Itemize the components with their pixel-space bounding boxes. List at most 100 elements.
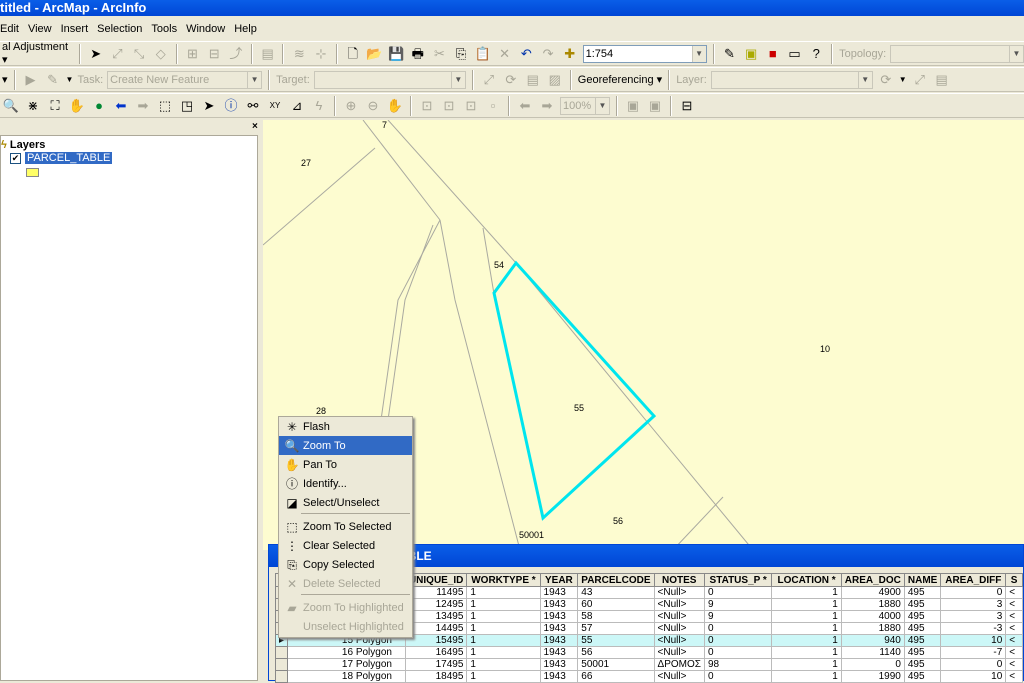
grid-icon[interactable]: ⊞ — [184, 45, 202, 63]
map-scale-combo[interactable]: 1:754 ▼ — [582, 44, 707, 63]
layout-forward-icon[interactable]: ➡ — [538, 97, 556, 115]
editor-menu[interactable]: ▾ — [2, 73, 8, 86]
back-extent-icon[interactable]: ⬅ — [112, 97, 130, 115]
column-header[interactable]: S — [1005, 573, 1023, 587]
column-header[interactable]: LOCATION * — [771, 573, 842, 587]
rotate-icon[interactable]: ⟳ — [877, 71, 895, 89]
menu-selection[interactable]: Selection — [97, 23, 142, 35]
chevron-down-icon[interactable]: ▼ — [691, 45, 706, 62]
column-header[interactable]: YEAR — [539, 573, 579, 587]
add-control-points-icon[interactable]: ⤢ — [911, 71, 929, 89]
editor-toolbar-icon[interactable]: ✎ — [721, 45, 739, 63]
focus-data-frame-icon[interactable]: ▣ — [646, 97, 664, 115]
sketch-tool-icon[interactable]: ✎ — [44, 71, 62, 89]
column-header[interactable]: WORKTYPE * — [466, 573, 541, 587]
menu-item-clear-selected[interactable]: ⋮ Clear Selected — [279, 536, 412, 555]
column-header[interactable]: NOTES — [653, 573, 705, 587]
layer-visibility-checkbox[interactable]: ✔ — [10, 153, 21, 164]
multi-link-icon[interactable]: ◇ — [152, 45, 170, 63]
adjustment-dropdown[interactable]: al Adjustment ▾ — [2, 41, 73, 66]
layout-fixed-zoom-out-icon[interactable]: ⊡ — [462, 97, 480, 115]
redo-icon[interactable]: ↷ — [539, 45, 557, 63]
measure-icon[interactable]: ⊿ — [288, 97, 306, 115]
rotate-tool-icon[interactable]: ⟳ — [502, 71, 520, 89]
table-row[interactable]: 17 Polygon 17495 1 1943 50001 ΔΡΟΜΟΣ 98 1 0 495 0 < — [274, 658, 1023, 671]
select-pointer-icon[interactable]: ➤ — [87, 45, 105, 63]
layout-fixed-zoom-in-icon[interactable]: ⊡ — [440, 97, 458, 115]
cut-icon[interactable]: ✂ — [431, 45, 449, 63]
menu-tools[interactable]: Tools — [151, 23, 177, 35]
zoom-whole-page-icon[interactable]: ⊡ — [418, 97, 436, 115]
layer-parcel-table[interactable]: PARCEL_TABLE — [25, 152, 113, 164]
table-row[interactable]: 16 Polygon 16495 1 1943 56 <Null> 0 1 1140 495 -7 < — [274, 646, 1023, 659]
menu-item-identify[interactable]: ⓘ Identify... — [279, 474, 412, 493]
print-icon[interactable]: 🖶 — [409, 45, 427, 63]
clear-selection-icon[interactable]: ◳ — [178, 97, 196, 115]
menu-item-copy-selected[interactable]: ⎘ Copy Selected — [279, 555, 412, 574]
zoom-out-icon[interactable]: 🔍 — [2, 97, 20, 115]
adjust-icon[interactable]: ⊹ — [312, 45, 330, 63]
go-to-xy-icon[interactable]: XY — [266, 97, 284, 115]
menu-view[interactable]: View — [28, 23, 52, 35]
preview-icon[interactable]: ≋ — [290, 45, 308, 63]
column-header[interactable]: STATUS_P * — [703, 573, 773, 587]
select-elements-icon[interactable]: ➤ — [200, 97, 218, 115]
close-icon[interactable]: × — [252, 121, 258, 132]
whats-this-help-icon[interactable]: ? — [807, 45, 825, 63]
identify-icon[interactable]: ⓘ — [222, 97, 240, 115]
arccatalog-icon[interactable]: ▣ — [742, 45, 760, 63]
save-icon[interactable]: 💾 — [387, 45, 405, 63]
menu-help[interactable]: Help — [234, 23, 257, 35]
layer-combo[interactable]: ▼ — [710, 70, 873, 89]
zoom-percent-combo[interactable]: 100% ▼ — [560, 96, 610, 115]
column-header[interactable]: AREA_DOC — [840, 573, 905, 587]
table-icon[interactable]: ▤ — [259, 45, 277, 63]
add-data-icon[interactable]: ✚ — [561, 45, 579, 63]
layer-symbol[interactable] — [26, 168, 39, 177]
find-binoculars-icon[interactable]: ⚯ — [244, 97, 262, 115]
sketch-properties-icon[interactable]: ▨ — [546, 71, 564, 89]
new-document-icon[interactable]: 🗋 — [344, 45, 362, 63]
topology-combo[interactable]: ▼ — [890, 44, 1024, 63]
layers-root[interactable]: ϟ Layers — [1, 139, 45, 151]
fixed-zoom-out-icon[interactable]: ⛶ — [46, 97, 64, 115]
area-icon[interactable]: ⊟ — [205, 45, 223, 63]
new-displacement-link-icon[interactable]: ⤢ — [109, 45, 127, 63]
column-header[interactable]: UNIQUE_ID — [404, 573, 468, 587]
layout-back-icon[interactable]: ⬅ — [516, 97, 534, 115]
menu-item-flash[interactable]: ✳ Flash — [279, 417, 412, 436]
hyperlink-icon[interactable]: ϟ — [310, 97, 328, 115]
arctoolbox-icon[interactable]: ■ — [764, 45, 782, 63]
layout-zoom-in-icon[interactable]: ⊕ — [342, 97, 360, 115]
fixed-zoom-in-icon[interactable]: ⋇ — [24, 97, 42, 115]
command-line-icon[interactable]: ▭ — [786, 45, 804, 63]
paste-icon[interactable]: 📋 — [474, 45, 492, 63]
zoom-100-icon[interactable]: ▫ — [484, 97, 502, 115]
delete-icon[interactable]: ✕ — [496, 45, 514, 63]
menu-item-zoom-to[interactable]: 🔍 Zoom To — [279, 436, 412, 455]
change-layout-icon[interactable]: ⊟ — [678, 97, 696, 115]
menu-item-zoom-to-selected[interactable]: ⬚ Zoom To Selected — [279, 517, 412, 536]
copy-icon[interactable]: ⎘ — [452, 45, 470, 63]
attributes-icon[interactable]: ▤ — [524, 71, 542, 89]
column-header[interactable]: PARCELCODE — [577, 573, 655, 587]
menu-insert[interactable]: Insert — [61, 23, 89, 35]
task-combo[interactable]: Create New Feature ▼ — [107, 70, 263, 89]
open-folder-icon[interactable]: 📂 — [366, 45, 384, 63]
menu-window[interactable]: Window — [186, 23, 225, 35]
edit-tool-icon[interactable]: ▶ — [22, 71, 40, 89]
row-selector[interactable] — [274, 658, 289, 671]
split-tool-icon[interactable]: ⤢ — [480, 71, 498, 89]
view-link-table-icon[interactable]: ▤ — [933, 71, 951, 89]
undo-icon[interactable]: ↶ — [517, 45, 535, 63]
column-header[interactable]: NAME — [903, 573, 942, 587]
pan-icon[interactable]: ✋ — [68, 97, 86, 115]
row-selector[interactable] — [274, 646, 289, 659]
menu-item-select-unselect[interactable]: ◪ Select/Unselect — [279, 493, 412, 512]
column-header[interactable]: AREA_DIFF — [940, 573, 1007, 587]
link-icon[interactable]: ⤴ — [227, 45, 245, 63]
layout-zoom-out-icon[interactable]: ⊖ — [364, 97, 382, 115]
georeferencing-menu[interactable]: Georeferencing ▾ — [578, 73, 662, 86]
modify-link-icon[interactable]: ⤡ — [130, 45, 148, 63]
full-extent-icon[interactable]: ● — [90, 97, 108, 115]
